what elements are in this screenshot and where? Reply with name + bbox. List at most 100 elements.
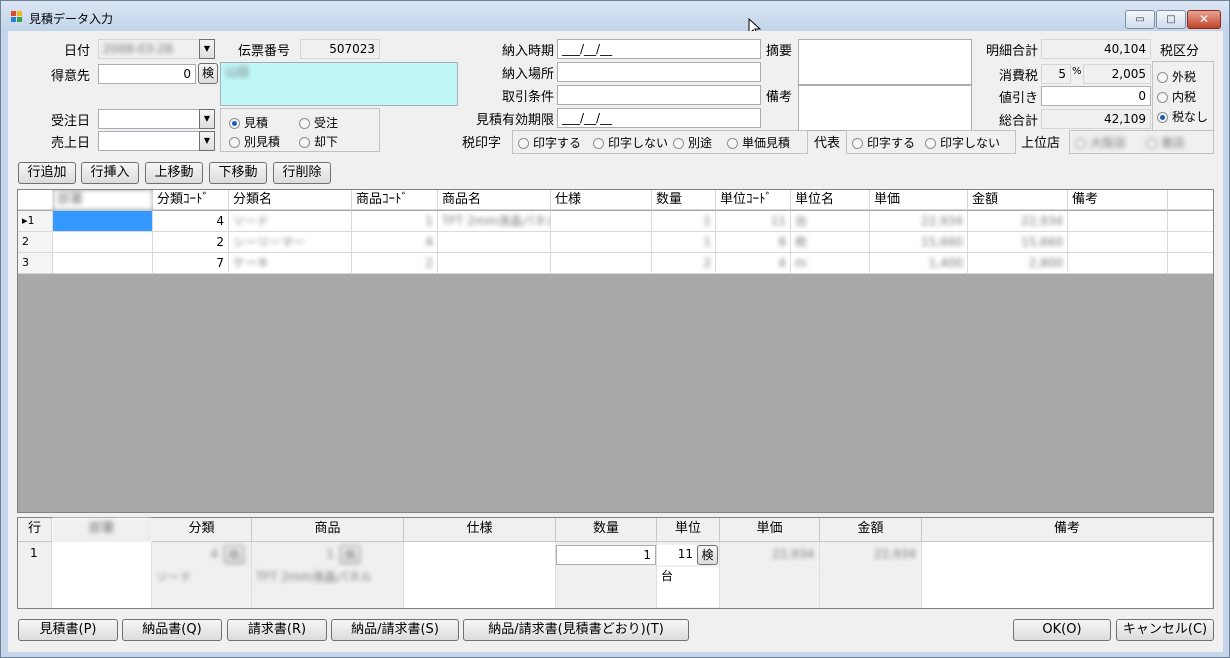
cell-qty[interactable]: 1 <box>652 232 716 253</box>
col-header-price[interactable]: 単価 <box>870 190 968 210</box>
cell-unit-name[interactable]: 枚 <box>791 232 870 253</box>
cell-category-name[interactable]: シーリーマー <box>229 232 352 253</box>
title-bar[interactable]: 見積データ入力 ▭ □ ✕ <box>1 1 1229 31</box>
cell-dept[interactable] <box>53 253 153 274</box>
cell-spec[interactable] <box>551 253 652 274</box>
cell-category-code[interactable]: 4 <box>153 211 229 232</box>
sales-date-field[interactable] <box>98 131 200 151</box>
col-header-unit-name[interactable]: 単位名 <box>791 190 870 210</box>
sales-date-dropdown-button[interactable]: ▼ <box>199 131 215 151</box>
cell-amount[interactable]: 2,800 <box>968 253 1068 274</box>
tax-none-radio[interactable]: 税なし <box>1157 110 1208 124</box>
order-date-field[interactable] <box>98 109 200 129</box>
detail-price[interactable]: 22,934 <box>720 545 818 565</box>
cell-product-code[interactable]: 2 <box>352 253 438 274</box>
cell-amount[interactable]: 22,934 <box>968 211 1068 232</box>
cell-unit-name[interactable]: 台 <box>791 211 870 232</box>
tax-exclusive-radio[interactable]: 外税 <box>1157 70 1196 84</box>
items-grid[interactable]: 部署 分類ｺｰﾄﾞ 分類名 商品ｺｰﾄﾞ 商品名 仕様 数量 単位ｺｰﾄﾞ 単位名 単価 金額 備考 … <box>17 189 1214 513</box>
parent-opt2-radio[interactable]: 東店 <box>1146 136 1185 150</box>
unit-estimate-radio[interactable]: 単価見積 <box>727 136 790 150</box>
maximize-button[interactable]: □ <box>1156 10 1186 29</box>
rep-print-no-radio[interactable]: 印字しない <box>925 136 1000 150</box>
ok-button[interactable]: OK(O) <box>1013 619 1111 641</box>
cell-remarks[interactable] <box>1068 253 1168 274</box>
order-date-dropdown-button[interactable]: ▼ <box>199 109 215 129</box>
delete-row-button[interactable]: 行削除 <box>273 162 331 184</box>
delivery-print-button[interactable]: 納品書(Q) <box>122 619 222 641</box>
cell-product-name[interactable]: TFT 2mm液晶パネル <box>438 211 551 232</box>
delivery-place-input[interactable] <box>557 62 761 82</box>
cell-unit-code[interactable]: 11 <box>716 211 791 232</box>
customer-name-field[interactable]: 山田 <box>220 62 458 106</box>
cell-price[interactable]: 22,934 <box>870 211 968 232</box>
print-no-radio[interactable]: 印字しない <box>593 136 668 150</box>
cell-unit-code[interactable]: 4 <box>716 253 791 274</box>
cell-product-code[interactable]: 1 <box>352 211 438 232</box>
delivery-invoice-print-button[interactable]: 納品/請求書(S) <box>331 619 459 641</box>
cancel-button[interactable]: キャンセル(C) <box>1116 619 1214 641</box>
add-row-button[interactable]: 行追加 <box>18 162 76 184</box>
cell-price[interactable]: 1,400 <box>870 253 968 274</box>
row-header[interactable]: ▸1 <box>18 211 53 232</box>
cell-product-name[interactable] <box>438 232 551 253</box>
status-estimate-radio[interactable]: 見積 <box>229 116 268 130</box>
col-header-dept[interactable]: 部署 <box>53 190 153 210</box>
detail-category-code[interactable]: 4 <box>158 546 222 564</box>
row-header[interactable]: 3 <box>18 253 53 274</box>
validity-input[interactable]: ___/__/__ <box>557 108 761 128</box>
cell-spec[interactable] <box>551 232 652 253</box>
status-alt-estimate-radio[interactable]: 別見積 <box>229 135 280 149</box>
cell-qty[interactable]: 2 <box>652 253 716 274</box>
close-button[interactable]: ✕ <box>1187 10 1221 29</box>
cell-category-code[interactable]: 7 <box>153 253 229 274</box>
detail-remarks-cell[interactable] <box>922 542 1213 608</box>
status-rejected-radio[interactable]: 却下 <box>299 135 338 149</box>
discount-input[interactable]: 0 <box>1041 86 1151 106</box>
move-down-button[interactable]: 下移動 <box>209 162 267 184</box>
col-header-spec[interactable]: 仕様 <box>551 190 652 210</box>
detail-qty-input[interactable]: 1 <box>556 545 656 565</box>
col-header-qty[interactable]: 数量 <box>652 190 716 210</box>
cell-qty[interactable]: 1 <box>652 211 716 232</box>
col-header-product-code[interactable]: 商品ｺｰﾄﾞ <box>352 190 438 210</box>
cell-amount[interactable]: 15,660 <box>968 232 1068 253</box>
status-order-radio[interactable]: 受注 <box>299 116 338 130</box>
print-yes-radio[interactable]: 印字する <box>518 136 581 150</box>
customer-search-button[interactable]: 検 <box>198 63 218 84</box>
insert-row-button[interactable]: 行挿入 <box>81 162 139 184</box>
col-header-category-name[interactable]: 分類名 <box>229 190 352 210</box>
detail-unit-code[interactable]: 11 <box>657 545 697 565</box>
cell-unit-name[interactable]: m <box>791 253 870 274</box>
delivery-time-input[interactable]: ___/__/__ <box>557 39 761 59</box>
col-header-remarks[interactable]: 備考 <box>1068 190 1168 210</box>
terms-input[interactable] <box>557 85 761 105</box>
parent-opt1-radio[interactable]: 大阪店 <box>1075 136 1126 150</box>
cell-category-code[interactable]: 2 <box>153 232 229 253</box>
col-header-product-name[interactable]: 商品名 <box>438 190 551 210</box>
cell-unit-code[interactable]: 8 <box>716 232 791 253</box>
cell-product-code[interactable]: 4 <box>352 232 438 253</box>
detail-product-search-button[interactable]: 検 <box>340 545 360 564</box>
detail-unit-search-button[interactable]: 検 <box>697 545 718 565</box>
date-field[interactable]: 2008-03-28 <box>98 39 200 59</box>
cell-product-name[interactable] <box>438 253 551 274</box>
row-header[interactable]: 2 <box>18 232 53 253</box>
remarks-input[interactable] <box>798 85 972 131</box>
cell-category-name[interactable]: ソード <box>229 211 352 232</box>
date-dropdown-button[interactable]: ▼ <box>199 39 215 59</box>
detail-spec-cell[interactable] <box>404 542 556 608</box>
summary-input[interactable] <box>798 39 972 85</box>
col-header-unit-code[interactable]: 単位ｺｰﾄﾞ <box>716 190 791 210</box>
delivery-invoice-estimate-print-button[interactable]: 納品/請求書(見積書どおり)(T) <box>463 619 689 641</box>
detail-dept-cell[interactable] <box>52 542 152 608</box>
slip-number-field[interactable]: 507023 <box>300 39 380 59</box>
move-up-button[interactable]: 上移動 <box>145 162 203 184</box>
separate-radio[interactable]: 別途 <box>673 136 712 150</box>
cell-price[interactable]: 15,660 <box>870 232 968 253</box>
detail-product-code[interactable]: 1 <box>258 546 338 564</box>
invoice-print-button[interactable]: 請求書(R) <box>227 619 327 641</box>
cell-remarks[interactable] <box>1068 232 1168 253</box>
cell-dept[interactable] <box>53 232 153 253</box>
col-header-amount[interactable]: 金額 <box>968 190 1068 210</box>
